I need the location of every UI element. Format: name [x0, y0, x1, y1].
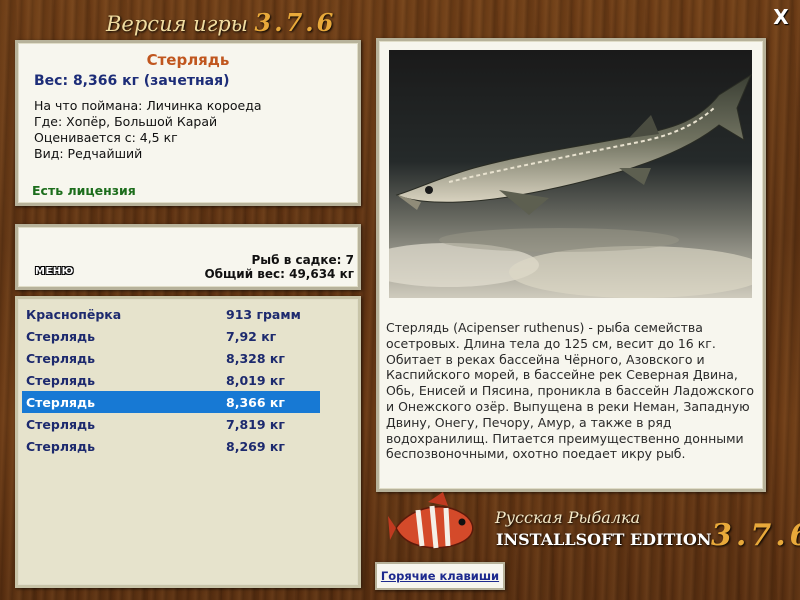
menu-button[interactable]: МЕНЮ [35, 266, 74, 277]
fish-photo [389, 50, 752, 298]
catch-fish-weight: 8,019 кг [226, 373, 285, 388]
fish-count: Рыб в садке: 7 [251, 253, 355, 267]
fish-name: Стерлядь [146, 51, 230, 69]
sterlet-image [389, 50, 752, 298]
fish-kind: Вид: Редчайший [34, 146, 143, 161]
catch-list-row[interactable]: Краснопёрка 913 грамм [22, 303, 320, 325]
catch-fish-name: Стерлядь [26, 329, 96, 344]
window-title: Версия игры 3.7.6 [106, 8, 336, 37]
title-text: Версия игры [106, 12, 248, 36]
close-icon: X [773, 5, 789, 29]
cage-summary-panel: Рыб в садке: 7 Общий вес: 49,634 кг [15, 224, 361, 290]
catch-fish-name: Стерлядь [26, 351, 96, 366]
catch-fish-weight: 8,269 кг [226, 439, 285, 454]
brand-edition: INSTALLSOFT EDITION [496, 530, 712, 549]
catch-list-row[interactable]: Стерлядь 8,269 кг [22, 435, 320, 457]
catch-fish-name: Стерлядь [26, 373, 96, 388]
catch-fish-name: Стерлядь [26, 439, 96, 454]
hotkeys-button[interactable]: Горячие клавиши [375, 562, 505, 590]
fish-bait: На что поймана: Личинка короеда [34, 98, 262, 113]
title-version: 3.7.6 [254, 8, 337, 37]
brand-version: 3.7.6 [711, 518, 800, 553]
catch-list-row[interactable]: Стерлядь 8,366 кг [22, 391, 320, 413]
catch-list-row[interactable]: Стерлядь 7,819 кг [22, 413, 320, 435]
fish-location: Где: Хопёр, Большой Карай [34, 114, 218, 129]
catch-fish-weight: 8,328 кг [226, 351, 285, 366]
license-status: Есть лицензия [32, 183, 136, 198]
catch-fish-name: Краснопёрка [26, 307, 122, 322]
brand-title: Русская Рыбалка [495, 508, 641, 527]
catch-fish-weight: 913 грамм [226, 307, 301, 322]
fish-logo-icon [388, 492, 474, 549]
fish-description: Стерлядь (Acipenser ruthenus) - рыба сем… [386, 320, 755, 462]
total-weight: Общий вес: 49,634 кг [204, 267, 354, 281]
catch-list: Краснопёрка 913 грамм Стерлядь 7,92 кг Стерл… [15, 296, 361, 588]
fish-valued-from: Оценивается с: 4,5 кг [34, 130, 178, 145]
catch-fish-weight: 7,92 кг [226, 329, 277, 344]
fish-info-panel: Стерлядь Вес: 8,366 кг (зачетная) На что… [15, 40, 361, 206]
catch-fish-name: Стерлядь [26, 417, 96, 432]
catch-fish-weight: 7,819 кг [226, 417, 285, 432]
catch-list-row[interactable]: Стерлядь 8,328 кг [22, 347, 320, 369]
close-button[interactable]: X [770, 6, 792, 28]
fish-weight: Вес: 8,366 кг (зачетная) [34, 73, 230, 89]
fish-detail-panel: Стерлядь (Acipenser ruthenus) - рыба сем… [376, 38, 766, 492]
catch-list-row[interactable]: Стерлядь 8,019 кг [22, 369, 320, 391]
catch-fish-name: Стерлядь [26, 395, 96, 410]
catch-fish-weight: 8,366 кг [226, 395, 285, 410]
catch-list-row[interactable]: Стерлядь 7,92 кг [22, 325, 320, 347]
